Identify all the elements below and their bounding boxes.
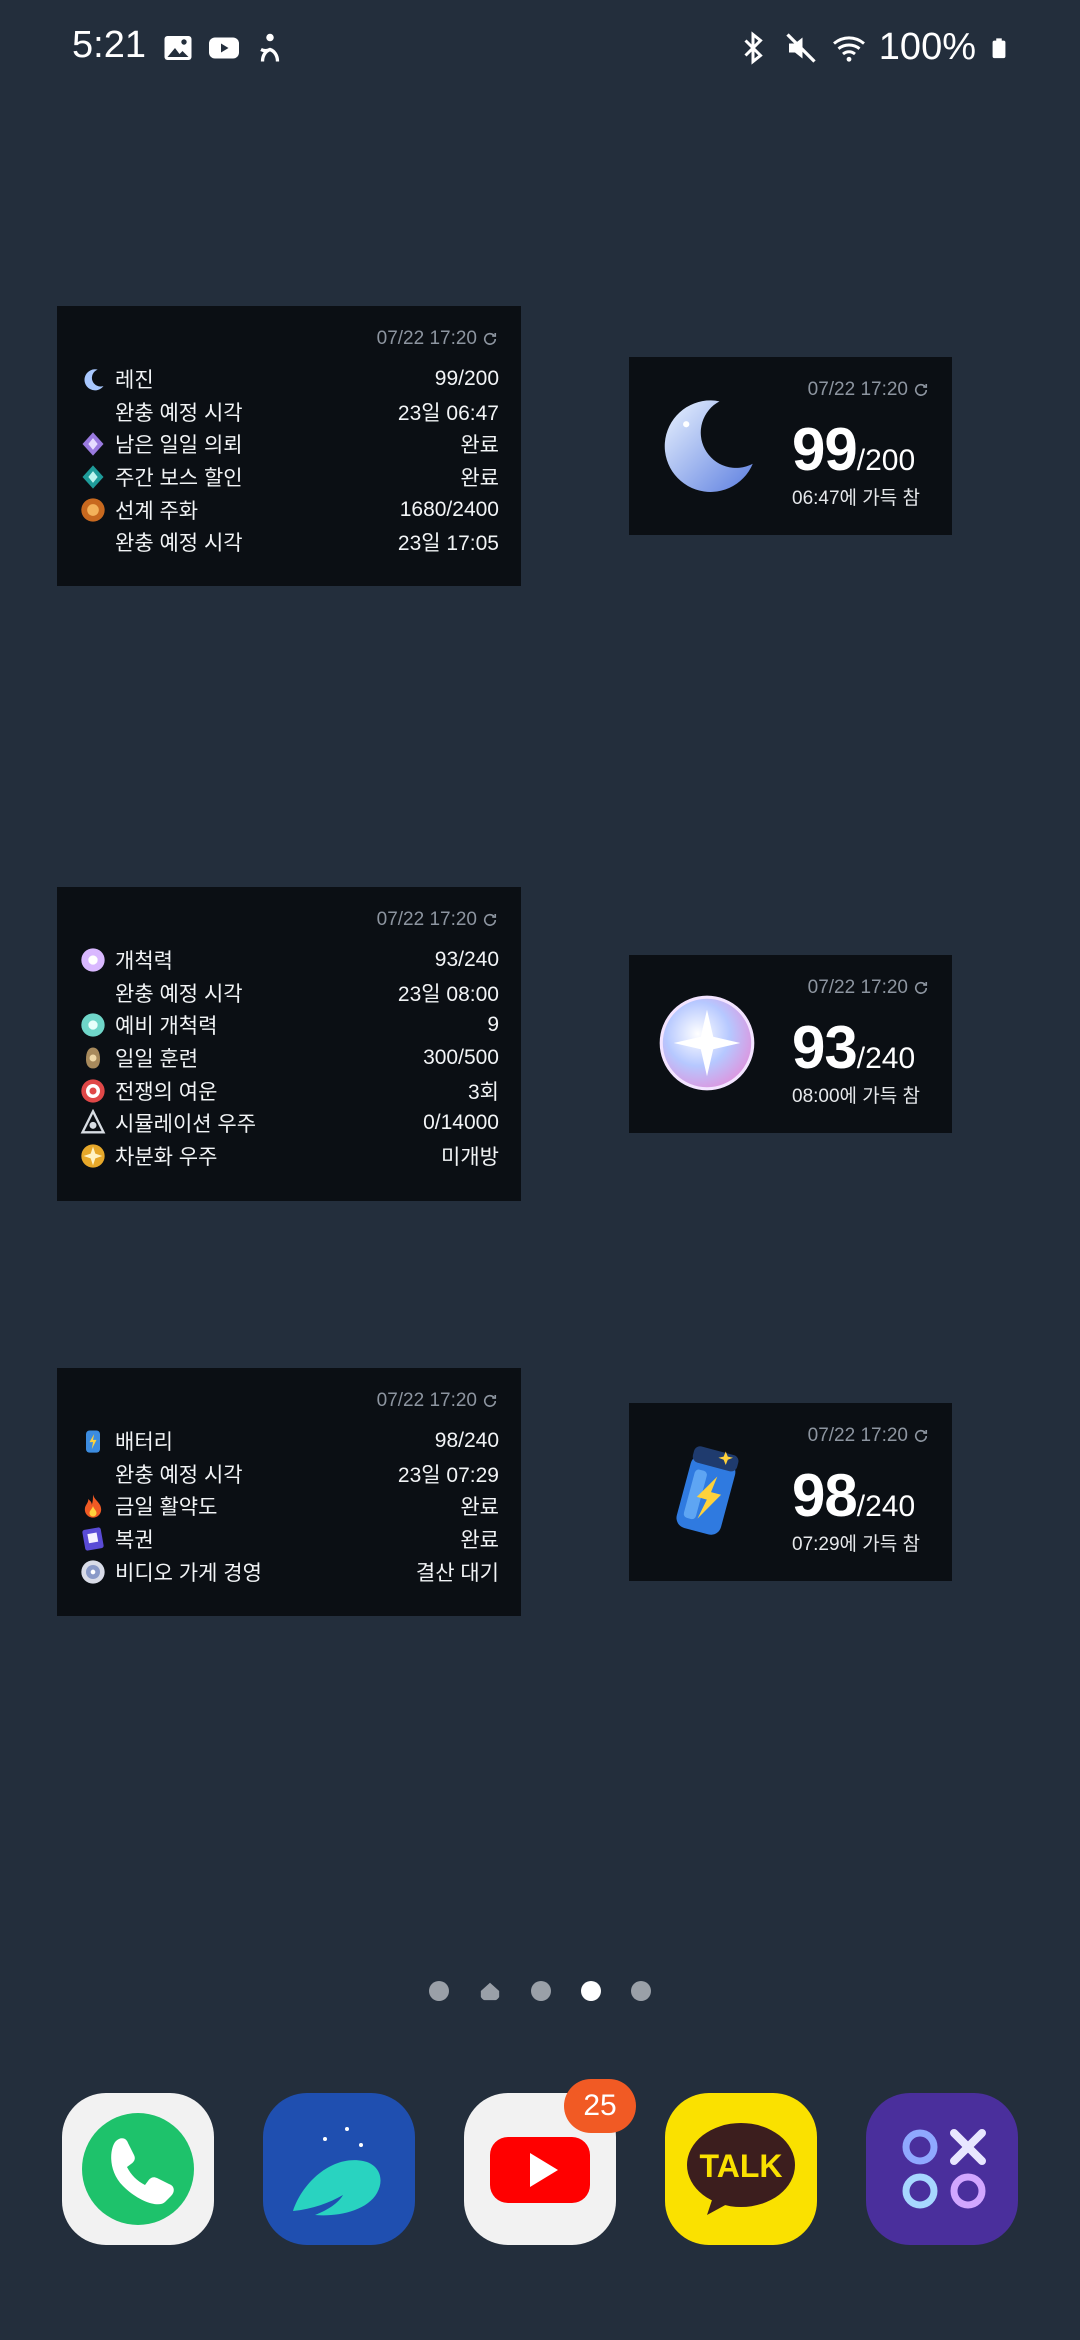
resin-moon-icon (664, 400, 753, 492)
whale-icon (293, 2127, 381, 2216)
status-bar: 5:21 100% (0, 0, 1080, 96)
accessibility-icon (260, 33, 280, 62)
refresh-icon[interactable] (481, 1392, 499, 1410)
dock: 25 TALK (62, 2079, 1018, 2245)
starrail-list-widget[interactable]: 07/22 17:20 개척력 93/240 완충 예정 시각 23일 08:0… (57, 887, 521, 1201)
kakaotalk-icon: TALK (687, 2123, 795, 2215)
page-indicator[interactable] (0, 1980, 1080, 2002)
list-item: 완충 예정 시각 23일 06:47 (115, 401, 499, 425)
list-item: 개척력 93/240 (79, 944, 499, 977)
simulated-universe-icon (80, 1109, 106, 1134)
list-item: 일일 훈련 300/500 (79, 1042, 499, 1075)
widget-rows: 레진 99/200 완충 예정 시각 23일 06:47 남은 일일 의뢰 완료… (79, 363, 499, 559)
list-item: 복권 완료 (79, 1523, 499, 1556)
widget-rows: 배터리 98/240 완충 예정 시각 23일 07:29 금일 활약도 완료 … (79, 1425, 499, 1588)
training-icon (86, 1047, 100, 1069)
refresh-icon[interactable] (912, 381, 930, 399)
kakaotalk-app-icon[interactable]: TALK (665, 2093, 817, 2245)
refresh-icon[interactable] (481, 330, 499, 348)
phone-icon (82, 2113, 194, 2225)
divergent-universe-icon (81, 1144, 105, 1168)
refresh-icon[interactable] (912, 1427, 930, 1445)
battery-icon (992, 37, 1006, 58)
boss-icon (82, 465, 104, 489)
battery-count: 98/240 (792, 1462, 916, 1529)
notification-badge: 25 (564, 2079, 636, 2133)
full-time-text: 07:29에 가득 참 (792, 1534, 921, 1555)
game-launcher-icon (902, 2129, 986, 2209)
list-item: 완충 예정 시각 23일 17:05 (115, 532, 499, 556)
widget-timestamp: 07/22 17:20 (377, 909, 499, 931)
list-item: 예비 개척력 9 (79, 1009, 499, 1042)
youtube-icon (209, 37, 239, 59)
status-right-icons: 100% (735, 26, 1010, 69)
wifi-icon (832, 35, 865, 62)
genshin-list-widget[interactable]: 07/22 17:20 레진 99/200 완충 예정 시각 23일 06:47… (57, 306, 521, 586)
lottery-icon (82, 1527, 104, 1551)
list-item: 비디오 가게 경영 결산 대기 (79, 1555, 499, 1588)
realm-currency-icon (81, 498, 105, 522)
gallery-icon (164, 36, 192, 60)
battery-charge-icon (86, 1430, 100, 1453)
moon-icon (84, 369, 104, 391)
talk-label: TALK (700, 2148, 783, 2184)
list-item: 완충 예정 시각 23일 07:29 (115, 1463, 499, 1487)
page-dot-active[interactable] (581, 1981, 601, 2001)
list-item: 전쟁의 여운 3회 (79, 1074, 499, 1107)
genshin-resin-widget[interactable]: 07/22 17:20 99/200 06:47에 가득 참 (629, 357, 952, 535)
resin-count: 99/200 (792, 416, 916, 483)
zzz-battery-widget[interactable]: 07/22 17:20 98/240 07:29에 가득 참 (629, 1403, 952, 1581)
list-item: 완충 예정 시각 23일 08:00 (115, 982, 499, 1006)
commission-icon (82, 432, 104, 457)
video-store-icon (81, 1560, 105, 1584)
mute-icon (786, 32, 816, 63)
list-item: 배터리 98/240 (79, 1425, 499, 1458)
page-dot[interactable] (531, 1981, 551, 2001)
full-time-text: 06:47에 가득 참 (792, 488, 921, 509)
fire-icon (84, 1494, 102, 1519)
phone-app-icon[interactable] (62, 2093, 214, 2245)
list-item: 금일 활약도 완료 (79, 1490, 499, 1523)
page-dot[interactable] (429, 1981, 449, 2001)
echo-of-war-icon (81, 1079, 105, 1103)
trailblaze-power-icon (659, 995, 755, 1091)
widget-timestamp: 07/22 17:20 (808, 977, 930, 999)
status-time: 5:21 (72, 24, 146, 66)
games-app-icon[interactable] (866, 2093, 1018, 2245)
battery-percentage: 100% (878, 26, 976, 68)
youtube-app-icon[interactable]: 25 (464, 2079, 636, 2245)
widget-timestamp: 07/22 17:20 (377, 328, 499, 350)
zzz-list-widget[interactable]: 07/22 17:20 배터리 98/240 완충 예정 시각 23일 07:2… (57, 1368, 521, 1616)
full-time-text: 08:00에 가득 참 (792, 1086, 921, 1107)
widget-timestamp: 07/22 17:20 (808, 379, 930, 401)
trailblaze-icon (81, 948, 105, 972)
list-item: 남은 일일 의뢰 완료 (79, 428, 499, 461)
whale-browser-app-icon[interactable] (263, 2093, 415, 2245)
power-count: 93/240 (792, 1014, 916, 1081)
home-page-icon[interactable] (479, 1980, 501, 2002)
bluetooth-icon (744, 30, 763, 65)
widget-timestamp: 07/22 17:20 (377, 1390, 499, 1412)
list-item: 시뮬레이션 우주 0/14000 (79, 1107, 499, 1140)
starrail-power-widget[interactable]: 07/22 17:20 93/240 08:00에 가득 참 (629, 955, 952, 1133)
page-dot[interactable] (631, 1981, 651, 2001)
reserve-icon (81, 1013, 105, 1038)
refresh-icon[interactable] (481, 911, 499, 929)
list-item: 레진 99/200 (79, 363, 499, 396)
list-item: 선계 주화 1680/2400 (79, 493, 499, 526)
list-item: 차분화 우주 미개방 (79, 1140, 499, 1173)
status-left-icons (160, 30, 288, 66)
battery-big-icon (676, 1446, 739, 1535)
widget-rows: 개척력 93/240 완충 예정 시각 23일 08:00 예비 개척력 9 일… (79, 944, 499, 1172)
list-item: 주간 보스 할인 완료 (79, 461, 499, 494)
widget-timestamp: 07/22 17:20 (808, 1425, 930, 1447)
refresh-icon[interactable] (912, 979, 930, 997)
